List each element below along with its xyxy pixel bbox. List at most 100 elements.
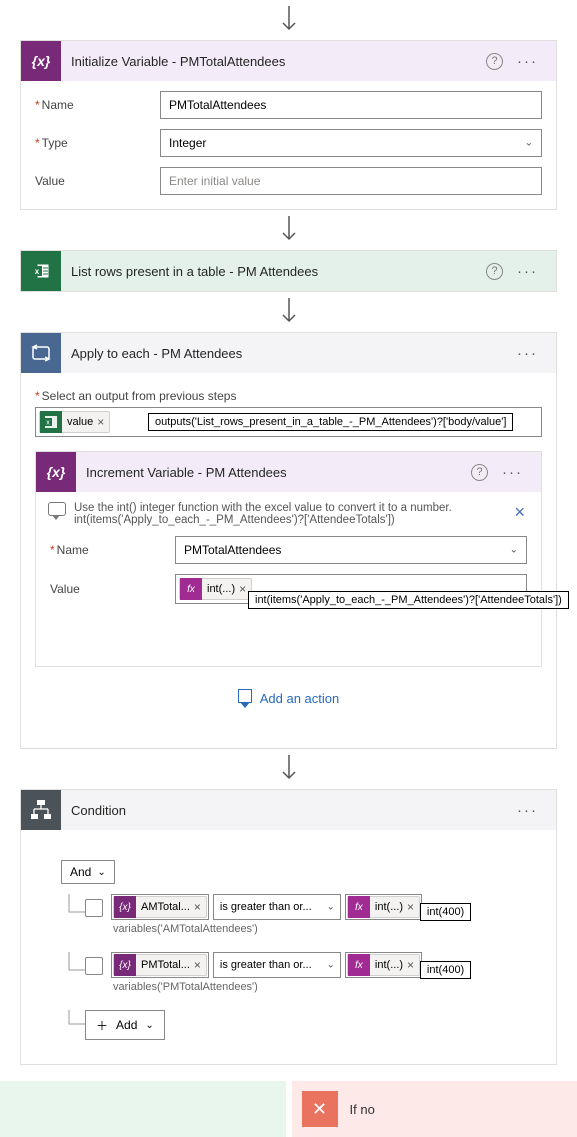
plus-icon: ＋	[96, 1017, 108, 1034]
variable-icon: {x}	[36, 452, 76, 492]
token-remove[interactable]: ×	[97, 415, 104, 429]
help-icon[interactable]: ?	[471, 464, 488, 481]
condition-icon	[21, 790, 61, 830]
flow-arrow	[20, 749, 557, 789]
comment-close[interactable]: ×	[510, 502, 529, 523]
name-input[interactable]: PMTotalAttendees	[160, 91, 542, 119]
left-value-tooltip: variables('PMTotalAttendees')	[113, 981, 445, 993]
initialize-variable-header[interactable]: {x} Initialize Variable - PMTotalAttende…	[21, 41, 556, 81]
excel-icon: x	[21, 251, 61, 291]
more-menu[interactable]: ···	[513, 345, 542, 362]
arrow-down-icon	[280, 755, 298, 783]
group-operator-select[interactable]: And ⌄	[61, 860, 115, 884]
chevron-down-icon: ⌄	[97, 867, 105, 878]
apply-to-each-header[interactable]: Apply to each - PM Attendees ···	[21, 333, 556, 373]
help-icon[interactable]: ?	[486, 263, 503, 280]
left-value-input[interactable]: {x} AMTotal... ×	[111, 894, 209, 920]
help-icon[interactable]: ?	[486, 53, 503, 70]
value-input[interactable]: fx int(...) × int(items('Apply_to_each_-…	[175, 574, 527, 604]
initialize-variable-card: {x} Initialize Variable - PMTotalAttende…	[20, 40, 557, 210]
variable-token[interactable]: {x} PMTotal... ×	[113, 954, 207, 976]
list-rows-card[interactable]: x List rows present in a table - PM Atte…	[20, 250, 557, 292]
flow-arrow	[20, 292, 557, 332]
if-no-label: If no	[350, 1102, 375, 1117]
fx-token[interactable]: fx int(...) ×	[347, 954, 420, 976]
add-condition-button[interactable]: ＋ Add ⌄	[85, 1010, 165, 1040]
flow-arrow	[20, 0, 557, 40]
fx-tooltip: int(items('Apply_to_each_-_PM_Attendees'…	[248, 591, 569, 609]
add-action-icon	[238, 689, 252, 708]
chevron-down-icon: ⌄	[327, 960, 335, 971]
header-title: Initialize Variable - PMTotalAttendees	[61, 54, 486, 69]
token-text: int(...)	[207, 583, 235, 595]
name-label: Name	[50, 543, 175, 557]
add-action-area: Add an action	[35, 667, 542, 734]
more-menu[interactable]: ···	[513, 263, 542, 280]
condition-card: Condition ··· And ⌄	[20, 789, 557, 1065]
token-remove[interactable]: ×	[194, 900, 201, 914]
chevron-down-icon: ⌄	[327, 902, 335, 913]
svg-text:x: x	[46, 420, 50, 427]
more-menu[interactable]: ···	[513, 802, 542, 819]
select-output-input[interactable]: x value × outputs('List_rows_present_in_…	[35, 407, 542, 437]
operator-select[interactable]: is greater than or...⌄	[213, 894, 341, 920]
name-label: Name	[35, 98, 160, 112]
left-value-tooltip: variables('AMTotalAttendees')	[113, 923, 445, 935]
if-yes-branch[interactable]	[0, 1081, 286, 1137]
more-menu[interactable]: ···	[513, 53, 542, 70]
fx-token[interactable]: fx int(...) ×	[179, 578, 252, 600]
fx-tooltip: int(400)	[420, 961, 471, 979]
chevron-down-icon: ⌄	[525, 138, 533, 149]
value-token[interactable]: x value ×	[39, 411, 110, 433]
comment-text: Use the int() integer function with the …	[74, 502, 510, 526]
token-remove[interactable]: ×	[239, 582, 246, 596]
fx-tooltip: int(400)	[420, 903, 471, 921]
add-action-button[interactable]: Add an action	[238, 689, 340, 708]
header-title: List rows present in a table - PM Attend…	[61, 264, 486, 279]
fx-icon: fx	[180, 578, 202, 600]
svg-text:x: x	[35, 267, 40, 276]
comment-icon	[48, 502, 66, 516]
right-value-input[interactable]: fx int(...) × int(400)	[345, 952, 422, 978]
condition-row-checkbox[interactable]	[85, 899, 103, 917]
if-no-branch[interactable]: ✕ If no	[292, 1081, 577, 1137]
variable-icon: {x}	[114, 954, 136, 976]
variable-icon: {x}	[21, 41, 61, 81]
more-menu[interactable]: ···	[498, 464, 527, 481]
operator-select[interactable]: is greater than or...⌄	[213, 952, 341, 978]
add-action-label: Add an action	[260, 691, 340, 706]
variable-icon: {x}	[114, 896, 136, 918]
right-value-input[interactable]: fx int(...) × int(400)	[345, 894, 422, 920]
chevron-down-icon: ⌄	[510, 545, 518, 556]
condition-header[interactable]: Condition ···	[21, 790, 556, 830]
select-output-label: Select an output from previous steps	[35, 389, 542, 403]
arrow-down-icon	[280, 216, 298, 244]
fx-icon: fx	[348, 954, 370, 976]
name-select[interactable]: PMTotalAttendees⌄	[175, 536, 527, 564]
value-input[interactable]: Enter initial value	[160, 167, 542, 195]
increment-variable-header[interactable]: {x} Increment Variable - PM Attendees ? …	[36, 452, 541, 492]
variable-token[interactable]: {x} AMTotal... ×	[113, 896, 207, 918]
header-title: Increment Variable - PM Attendees	[76, 465, 471, 480]
value-tooltip: outputs('List_rows_present_in_a_table_-_…	[148, 413, 513, 431]
excel-token-icon: x	[40, 411, 62, 433]
flow-arrow	[20, 210, 557, 250]
left-value-input[interactable]: {x} PMTotal... ×	[111, 952, 209, 978]
condition-row-checkbox[interactable]	[85, 957, 103, 975]
type-label: Type	[35, 136, 160, 150]
arrow-down-icon	[280, 6, 298, 34]
type-select[interactable]: Integer⌄	[160, 129, 542, 157]
value-label: Value	[50, 582, 175, 596]
token-text: value	[67, 416, 93, 428]
token-remove[interactable]: ×	[407, 958, 414, 972]
comment-row: Use the int() integer function with the …	[36, 492, 541, 532]
value-label: Value	[35, 174, 160, 188]
apply-to-each-card: Apply to each - PM Attendees ··· Select …	[20, 332, 557, 749]
fx-token[interactable]: fx int(...) ×	[347, 896, 420, 918]
token-remove[interactable]: ×	[407, 900, 414, 914]
fx-icon: fx	[348, 896, 370, 918]
header-title: Apply to each - PM Attendees	[61, 346, 513, 361]
token-remove[interactable]: ×	[194, 958, 201, 972]
list-rows-header[interactable]: x List rows present in a table - PM Atte…	[21, 251, 556, 291]
arrow-down-icon	[280, 298, 298, 326]
